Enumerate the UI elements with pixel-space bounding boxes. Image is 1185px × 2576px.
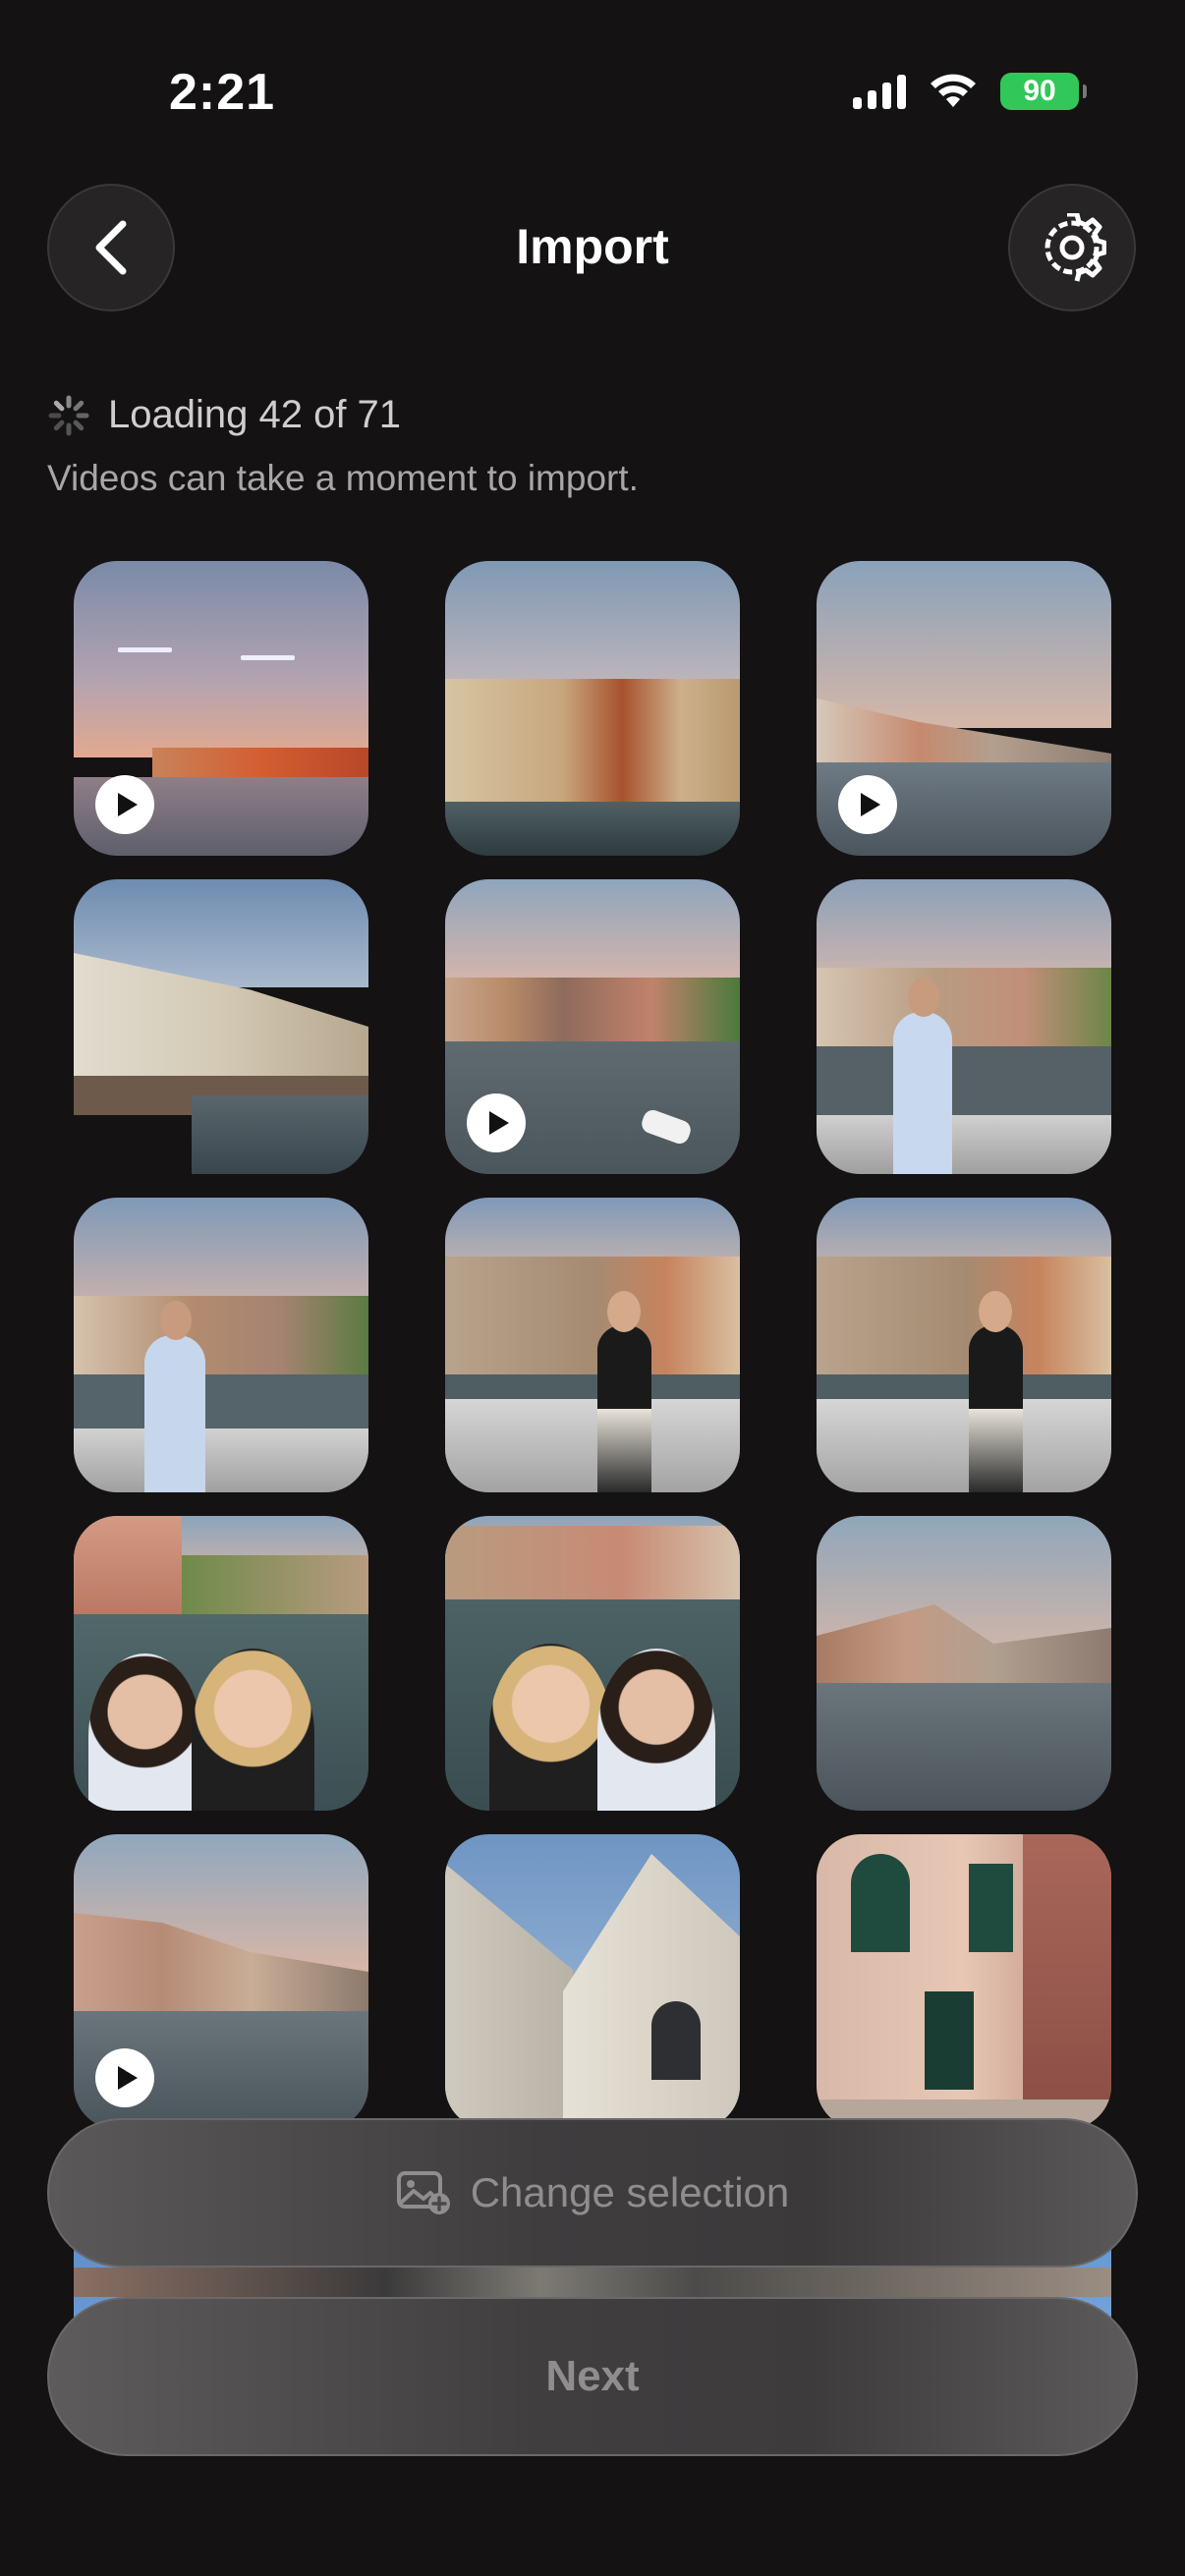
loading-subtext: Videos can take a moment to import. (47, 458, 639, 498)
photo-thumbnail[interactable] (445, 1516, 740, 1811)
photo-row-peek (74, 2268, 1111, 2297)
next-button[interactable]: Next (47, 2297, 1138, 2456)
loading-text: Loading 42 of 71 (108, 393, 402, 436)
change-selection-label: Change selection (470, 2169, 790, 2215)
spinner-icon (48, 395, 89, 435)
settings-button[interactable] (1008, 184, 1136, 311)
photo-thumbnail[interactable] (74, 1834, 368, 2129)
photo-thumbnail[interactable] (74, 561, 368, 856)
photo-thumbnail[interactable] (817, 879, 1111, 1174)
video-play-icon (838, 775, 897, 834)
photo-thumbnail[interactable] (817, 1516, 1111, 1811)
photo-thumbnail[interactable] (445, 561, 740, 856)
photo-thumbnail[interactable] (74, 879, 368, 1174)
status-time: 2:21 (169, 64, 276, 121)
change-selection-button[interactable]: Change selection (47, 2118, 1138, 2268)
wifi-icon (931, 74, 976, 107)
photo-thumbnail[interactable] (817, 1198, 1111, 1492)
battery-level: 90 (1023, 75, 1056, 107)
photo-thumbnail[interactable] (817, 561, 1111, 856)
photo-thumbnail[interactable] (445, 1198, 740, 1492)
cellular-signal-icon (853, 74, 906, 109)
photo-thumbnail[interactable] (74, 1198, 368, 1492)
photo-thumbnail[interactable] (445, 1834, 740, 2129)
video-play-icon (95, 775, 154, 834)
photo-add-icon (396, 2171, 450, 2214)
video-play-icon (95, 2048, 154, 2107)
status-icons: 90 (853, 73, 1087, 110)
photo-thumbnail[interactable] (74, 1516, 368, 1811)
next-label: Next (545, 2352, 640, 2400)
gear-icon (1044, 213, 1106, 282)
status-bar: 2:21 90 (0, 0, 1185, 138)
photo-thumbnail[interactable] (445, 879, 740, 1174)
battery-icon: 90 (1000, 73, 1087, 110)
loading-status: Loading 42 of 71 (47, 393, 401, 437)
photo-thumbnail[interactable] (817, 1834, 1111, 2129)
video-play-icon (467, 1093, 526, 1152)
